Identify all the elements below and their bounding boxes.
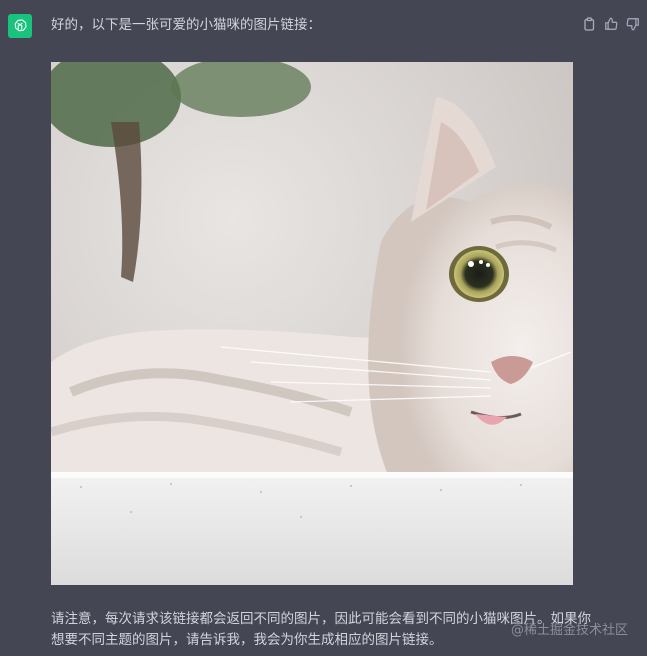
assistant-avatar — [8, 14, 32, 38]
copy-button[interactable] — [581, 16, 597, 32]
thumbs-down-icon — [626, 18, 639, 31]
thumbs-down-button[interactable] — [625, 16, 641, 32]
copy-icon — [583, 17, 594, 31]
kitten-image — [51, 62, 573, 585]
message-actions — [581, 16, 641, 32]
footer-line-2: 想要不同主题的图片，请告诉我，我会为你生成相应的图片链接。 — [51, 632, 443, 648]
thumbs-up-icon — [605, 17, 618, 30]
footer-line-1: 请注意，每次请求该链接都会返回不同的图片，因此可能会看到不同的小猫咪图片。如果你 — [51, 611, 591, 627]
kitten-illustration — [51, 62, 573, 585]
thumbs-up-button[interactable] — [603, 16, 619, 32]
openai-logo-icon — [14, 19, 27, 32]
assistant-message-intro: 好的，以下是一张可爱的小猫咪的图片链接： — [51, 17, 321, 33]
assistant-message-footer: 请注意，每次请求该链接都会返回不同的图片，因此可能会看到不同的小猫咪图片。如果你… — [51, 609, 591, 651]
